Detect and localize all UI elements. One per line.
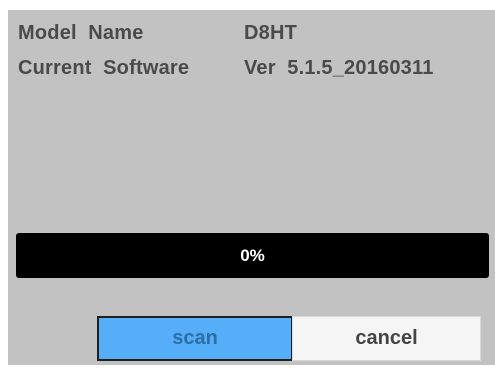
scan-button[interactable]: scan — [97, 316, 293, 361]
update-dialog: Model Name D8HT Current Software Ver 5.1… — [8, 10, 495, 365]
model-name-value: D8HT — [244, 22, 298, 44]
current-software-value: Ver 5.1.5_20160311 — [244, 57, 434, 79]
model-name-label: Model Name — [18, 22, 144, 44]
progress-percent-text: 0% — [240, 246, 265, 265]
progress-bar: 0% — [16, 233, 489, 278]
cancel-button[interactable]: cancel — [292, 316, 481, 361]
current-software-label: Current Software — [18, 57, 190, 79]
